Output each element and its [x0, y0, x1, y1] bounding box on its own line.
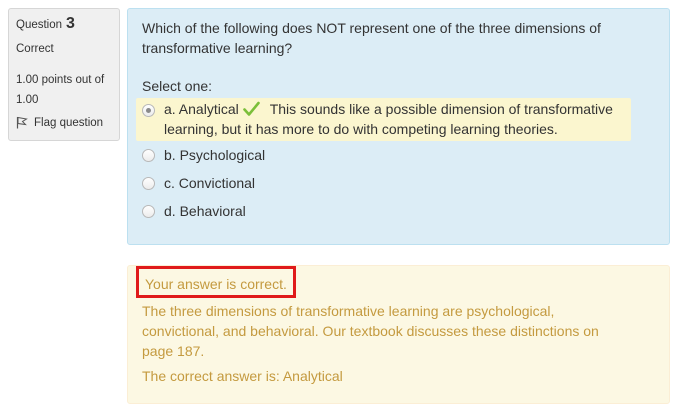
quiz-question: Question 3 Correct 1.00 points out of 1.…	[0, 0, 678, 412]
flag-question-button[interactable]: Flag question	[16, 116, 112, 129]
answer-prompt: Select one:	[142, 78, 213, 94]
general-feedback: The three dimensions of transformative l…	[142, 303, 599, 359]
answer-options: a. Analytical This sounds like a possibl…	[136, 98, 655, 225]
checkmark-icon	[242, 101, 260, 116]
question-grade: 1.00 points out of 1.00	[16, 74, 105, 106]
option-b-label: b. Psychological	[164, 147, 266, 163]
option-d-label: d. Behavioral	[164, 203, 246, 219]
answer-option-b[interactable]: b. Psychological	[142, 141, 655, 169]
option-a-label: a. Analytical	[164, 101, 239, 117]
question-number: Question 3	[16, 15, 112, 39]
flag-icon	[16, 116, 28, 129]
correct-result-message: Your answer is correct.	[136, 266, 296, 298]
question-formulation: Which of the following does NOT represen…	[127, 8, 670, 245]
question-info-panel: Question 3 Correct 1.00 points out of 1.…	[8, 8, 120, 141]
radio-option-d[interactable]	[142, 204, 155, 218]
radio-option-b[interactable]	[142, 148, 155, 162]
question-number-value: 3	[66, 15, 75, 32]
correct-answer-text: The correct answer is: Analytical	[142, 368, 343, 384]
question-label: Question	[16, 19, 63, 31]
answer-option-c[interactable]: c. Convictional	[142, 169, 655, 197]
question-text: Which of the following does NOT represen…	[142, 20, 601, 56]
option-c-label: c. Convictional	[164, 175, 256, 191]
radio-option-c[interactable]	[142, 176, 155, 190]
radio-option-a[interactable]	[142, 104, 155, 117]
question-state: Correct	[16, 43, 54, 55]
answer-option-a[interactable]: a. Analytical This sounds like a possibl…	[136, 98, 631, 141]
answer-option-d[interactable]: d. Behavioral	[142, 197, 655, 225]
feedback-panel: Your answer is correct. The three dimens…	[127, 265, 670, 404]
flag-question-label: Flag question	[34, 116, 104, 129]
